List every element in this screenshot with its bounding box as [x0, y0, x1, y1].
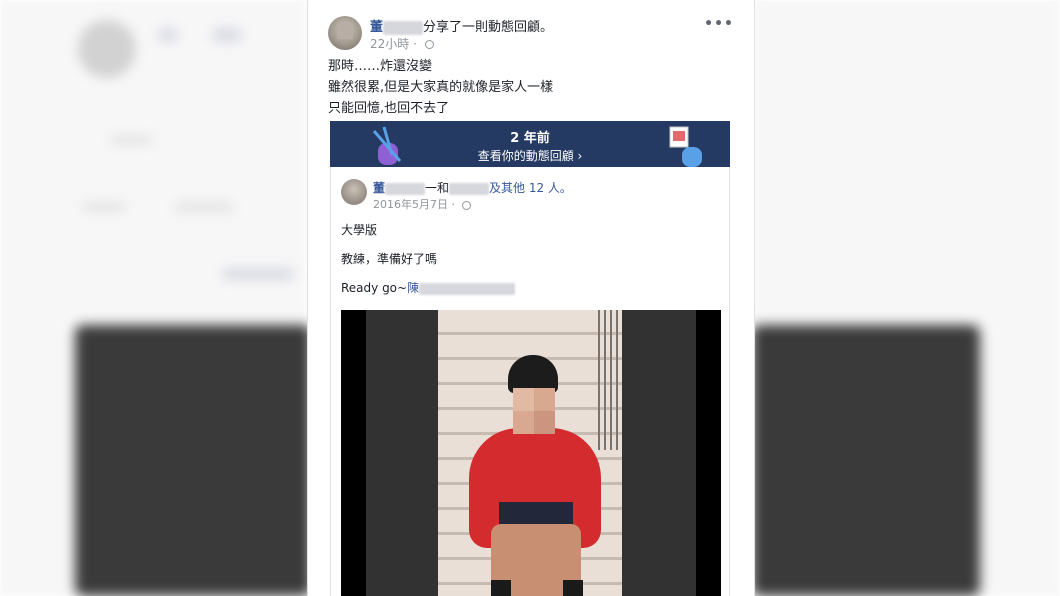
avatar[interactable] [328, 16, 362, 50]
author-name[interactable]: 董 [370, 20, 383, 35]
post-meta: 22小時 · [370, 35, 434, 52]
shared-post: 董 一和 及其他 12 人。 2016年5月7日 · 大學版 教練，準備好了嗎 Re… [330, 167, 730, 596]
shared-text: 大學版 教練，準備好了嗎 Ready go~陳 [341, 223, 516, 310]
photo-blur-left [366, 310, 438, 596]
shared-text-line: 大學版 [341, 223, 378, 237]
blurred-text [212, 28, 242, 42]
background-photo-left [75, 325, 311, 596]
background-photo-right [752, 325, 980, 596]
shared-meta: 2016年5月7日 · [373, 196, 472, 212]
blurred-text [158, 28, 178, 42]
redacted-name [449, 182, 490, 195]
shared-author-name[interactable]: 董 [373, 181, 385, 195]
memory-banner[interactable]: 2 年前 查看你的動態回顧 › [330, 121, 730, 167]
pixelated-face [513, 388, 555, 434]
blurred-text [110, 135, 152, 145]
shared-date[interactable]: 2016年5月7日 · [373, 198, 455, 211]
post-card: 董 分享了一則動態回顧。 22小時 · ••• 那時……炸還沒變 雖然很累,但是大… [307, 0, 755, 596]
redacted-name [383, 20, 424, 35]
shared-author-line: 董 一和 及其他 12 人。 [373, 179, 572, 196]
redacted-name [419, 282, 516, 295]
more-icon[interactable]: ••• [704, 16, 734, 32]
blurred-text [174, 202, 234, 212]
shared-text-line: 教練，準備好了嗎 [341, 252, 438, 266]
globe-icon [462, 200, 472, 210]
blurred-avatar [78, 20, 136, 78]
blurred-text [82, 202, 126, 212]
author-line: 董 分享了一則動態回顧。 [370, 16, 553, 35]
hand-right-icon [669, 126, 702, 167]
globe-icon [424, 40, 434, 49]
post-time[interactable]: 22小時 [370, 37, 409, 51]
redacted-name [385, 182, 426, 195]
person-shoe [491, 580, 511, 596]
others-link[interactable]: 及其他 12 人。 [489, 181, 572, 195]
photo-railing [598, 310, 622, 450]
post-photo[interactable] [341, 310, 721, 596]
blurred-text [222, 268, 294, 280]
post-text-line: 雖然很累,但是大家真的就像是家人一樣 [328, 80, 554, 95]
post-text-line: 只能回憶,也回不去了 [328, 101, 450, 116]
shared-text-line: Ready go~陳 [341, 281, 516, 310]
post-header: 董 分享了一則動態回顧。 22小時 · ••• [328, 16, 738, 56]
tagged-user[interactable]: 陳 [407, 281, 419, 295]
ready-text: Ready go~ [341, 281, 408, 295]
share-description: 分享了一則動態回顧。 [423, 20, 554, 35]
photo-blur-right [622, 310, 696, 596]
post-text: 那時……炸還沒變 雖然很累,但是大家真的就像是家人一樣 只能回憶,也回不去了 [328, 56, 553, 119]
shared-avatar[interactable] [341, 179, 367, 205]
post-text-line: 那時……炸還沒變 [328, 59, 433, 74]
person-shoe [563, 580, 583, 596]
with-text: 一和 [425, 181, 450, 195]
